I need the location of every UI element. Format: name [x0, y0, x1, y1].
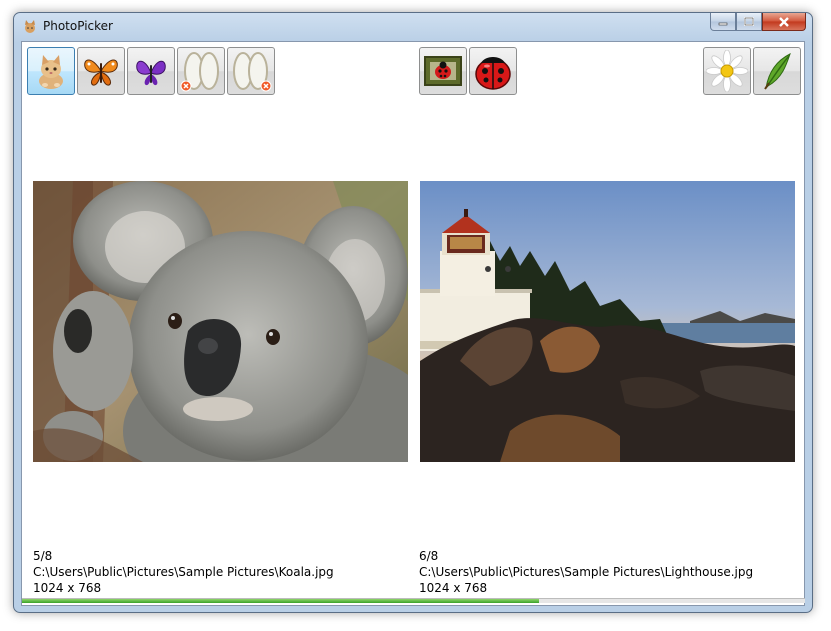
clear-selection-button[interactable]	[177, 47, 225, 95]
photopicker-window: PhotoPicker 5/8 C:\Users\Public\Pictures…	[13, 12, 813, 613]
minimize-icon	[718, 22, 728, 25]
right-photo-lighthouse[interactable]	[420, 181, 795, 462]
right-photo-dimensions: 1024 x 768	[419, 581, 488, 595]
oval-frames-remove-icon	[233, 52, 272, 92]
close-icon	[779, 16, 789, 27]
close-button[interactable]	[762, 13, 806, 31]
butterfly-icon	[84, 59, 118, 86]
right-photo-path: C:\Users\Public\Pictures\Sample Pictures…	[419, 565, 754, 579]
client-area: 5/8 C:\Users\Public\Pictures\Sample Pict…	[21, 41, 805, 606]
left-photo-dimensions: 1024 x 768	[33, 581, 102, 595]
koala-photo-image	[33, 181, 408, 462]
caption-buttons	[710, 13, 806, 32]
left-photo-index: 5/8	[33, 549, 53, 563]
left-photo-path: C:\Users\Public\Pictures\Sample Pictures…	[33, 565, 334, 579]
left-photo-info: 5/8 C:\Users\Public\Pictures\Sample Pict…	[33, 548, 334, 596]
app-cat-icon	[25, 20, 35, 33]
progress-bar	[22, 598, 805, 603]
progress-bar-fill	[22, 599, 539, 603]
ladybug-framed-button[interactable]	[419, 47, 467, 95]
oval-frames-remove-icon	[180, 52, 219, 92]
title-bar[interactable]: PhotoPicker	[14, 13, 812, 41]
feather-button[interactable]	[753, 47, 801, 95]
purple-butterfly-button[interactable]	[127, 47, 175, 95]
lighthouse-photo-image	[420, 181, 795, 462]
minimize-button[interactable]	[710, 13, 736, 31]
right-photo-info: 6/8 C:\Users\Public\Pictures\Sample Pict…	[419, 548, 753, 596]
right-photo-index: 6/8	[419, 549, 439, 563]
maximize-button[interactable]	[736, 13, 762, 31]
feather-icon	[764, 53, 791, 90]
ladybug-icon	[475, 57, 511, 90]
butterfly-button[interactable]	[77, 47, 125, 95]
left-photo-koala[interactable]	[33, 181, 408, 462]
cat-button[interactable]	[27, 47, 75, 95]
framed-ladybug-icon	[424, 56, 462, 86]
cat-icon	[39, 55, 63, 89]
maximize-icon	[744, 17, 754, 26]
daisy-button[interactable]	[703, 47, 751, 95]
daisy-icon	[706, 50, 748, 92]
ladybug-button[interactable]	[469, 47, 517, 95]
purple-butterfly-icon	[136, 60, 166, 86]
window-title: PhotoPicker	[43, 19, 113, 33]
clear-all-button[interactable]	[227, 47, 275, 95]
